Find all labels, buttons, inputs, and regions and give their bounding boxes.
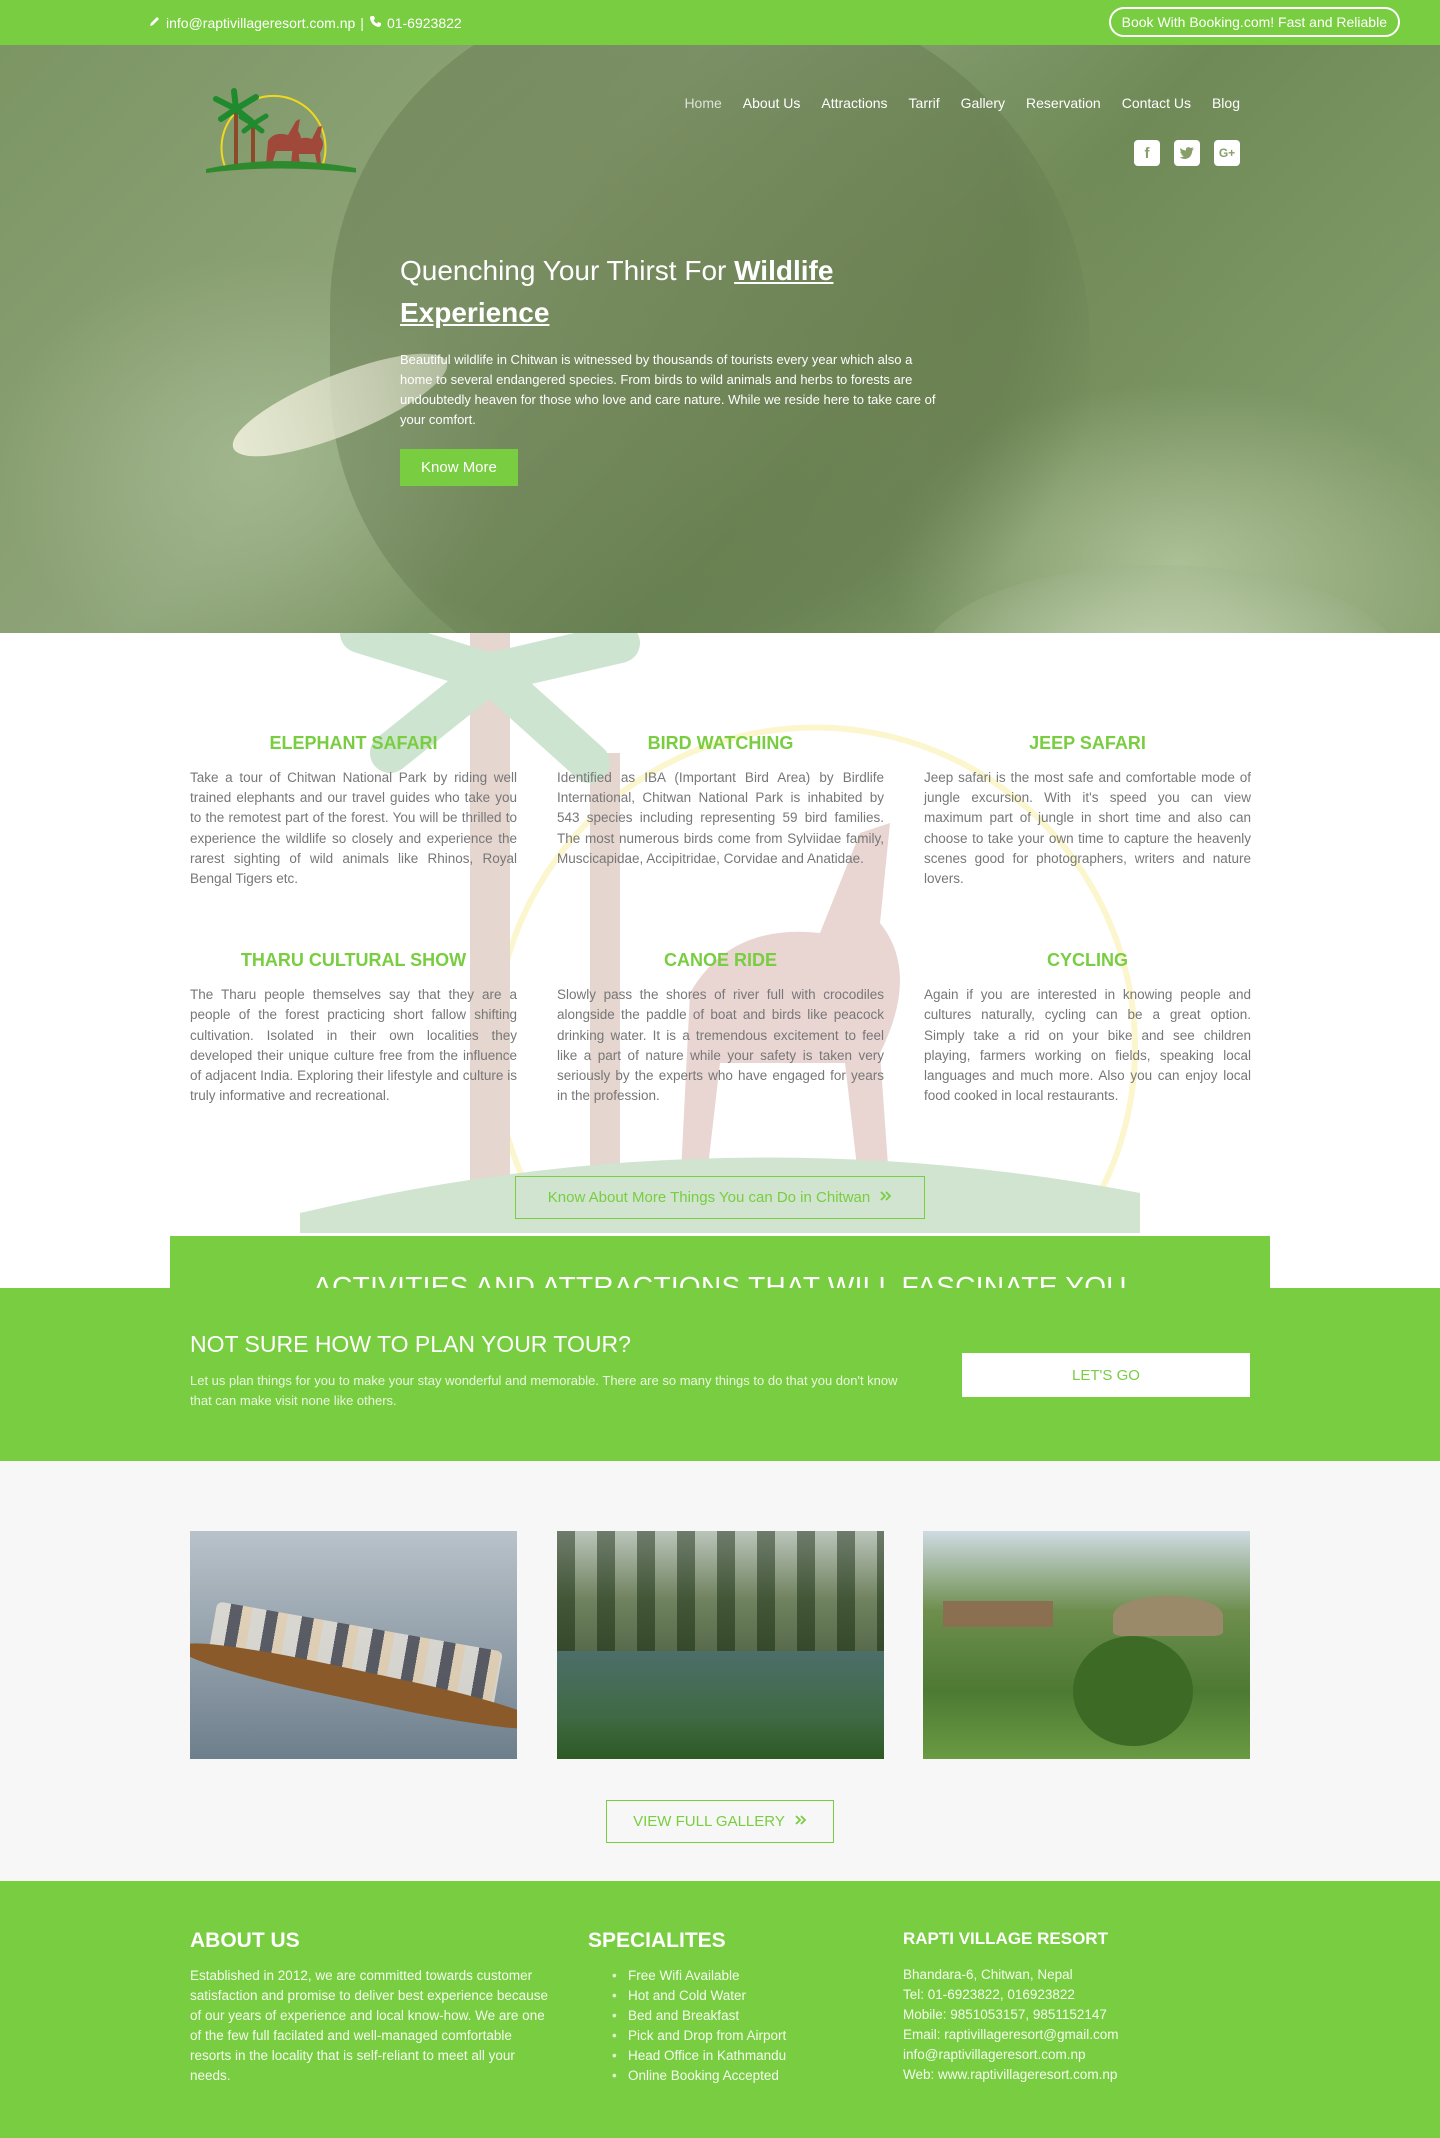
- footer-contact: RAPTI VILLAGE RESORT Bhandara-6, Chitwan…: [903, 1929, 1233, 2085]
- plan-title: NOT SURE HOW TO PLAN YOUR TOUR?: [190, 1331, 631, 1357]
- activity-title: ELEPHANT SAFARI: [269, 733, 438, 753]
- nav-tarrif[interactable]: Tarrif: [909, 93, 940, 113]
- view-gallery-button[interactable]: VIEW FULL GALLERY: [606, 1800, 834, 1843]
- twitter-icon[interactable]: [1174, 140, 1200, 166]
- activity-title: CANOE RIDE: [663, 950, 777, 971]
- phone-icon: [369, 15, 382, 31]
- facebook-icon[interactable]: f: [1134, 140, 1160, 166]
- footer-about: ABOUT US Established in 2012, we are com…: [190, 1929, 555, 2086]
- forest-shape: [557, 1531, 884, 1656]
- activity-title: BIRD WATCHING: [647, 733, 794, 753]
- tel-text: Tel: 01-6923822, 016923822: [903, 1987, 1075, 2002]
- hut-shape: [943, 1601, 1053, 1627]
- address-text: Bhandara-6, Chitwan, Nepal: [903, 1967, 1073, 1982]
- nav-contact-us[interactable]: Contact Us: [1122, 93, 1191, 113]
- gallery-section: VIEW FULL GALLERY: [0, 1461, 1440, 1881]
- more-things-label: Know About More Things You can Do in Chi…: [547, 1189, 871, 1206]
- logo[interactable]: [196, 69, 361, 179]
- list-item: Pick and Drop from Airport: [588, 2026, 848, 2046]
- activity-text: Identified as IBA (Important Bird Area) …: [557, 770, 884, 866]
- footer-specialites: SPECIALITES Free Wifi Available Hot and …: [588, 1929, 848, 2086]
- activity-text: Slowly pass the shores of river full wit…: [557, 987, 884, 1104]
- tree-shape: [1073, 1636, 1193, 1746]
- footer-specialites-title: SPECIALITES: [588, 1929, 726, 1952]
- activity-title: JEEP SAFARI: [1029, 733, 1146, 753]
- activity-text: Take a tour of Chitwan National Park by …: [190, 770, 517, 887]
- nav-about-us[interactable]: About Us: [743, 93, 801, 113]
- gallery-photo-canoe[interactable]: [190, 1531, 517, 1759]
- booking-button[interactable]: Book With Booking.com! Fast and Reliable: [1108, 7, 1400, 37]
- plan-text: Let us plan things for you to make your …: [190, 1373, 898, 1408]
- web-link[interactable]: Web: www.raptivillageresort.com.np: [903, 2065, 1233, 2085]
- nav-gallery[interactable]: Gallery: [961, 93, 1005, 113]
- hero-title-prefix: Quenching Your Thirst For: [400, 255, 735, 286]
- double-chevron-right-icon: [880, 1189, 892, 1206]
- list-item: Hot and Cold Water: [588, 1986, 848, 2006]
- phone-link[interactable]: 01-6923822: [387, 15, 462, 31]
- footer-about-title: ABOUT US: [190, 1929, 300, 1952]
- email-link-2[interactable]: info@raptivillageresort.com.np: [903, 2045, 1233, 2065]
- hero-section: Home About Us Attractions Tarrif Gallery…: [0, 45, 1440, 633]
- activity-elephant-safari: ELEPHANT SAFARI Take a tour of Chitwan N…: [190, 733, 517, 889]
- activity-canoe-ride: CANOE RIDE Slowly pass the shores of riv…: [557, 950, 884, 1106]
- activity-text: The Tharu people themselves say that the…: [190, 987, 517, 1104]
- mobile-text: Mobile: 9851053157, 9851152147: [903, 2007, 1107, 2022]
- list-item: Free Wifi Available: [588, 1966, 848, 1986]
- separator: |: [360, 15, 364, 31]
- activity-bird-watching: BIRD WATCHING Identified as IBA (Importa…: [557, 733, 884, 889]
- hero-content: Quenching Your Thirst For Wildlife Exper…: [400, 250, 945, 486]
- nav-home[interactable]: Home: [684, 93, 721, 113]
- nav-attractions[interactable]: Attractions: [821, 93, 887, 113]
- list-item: Head Office in Kathmandu: [588, 2046, 848, 2066]
- activities-grid: ELEPHANT SAFARI Take a tour of Chitwan N…: [190, 733, 1251, 1106]
- plan-tour-section: NOT SURE HOW TO PLAN YOUR TOUR? Let us p…: [0, 1288, 1440, 1461]
- activity-cycling: CYCLING Again if you are interested in k…: [924, 950, 1251, 1106]
- gallery-photo-resort[interactable]: [923, 1531, 1250, 1759]
- activity-jeep-safari: JEEP SAFARI Jeep safari is the most safe…: [924, 733, 1251, 889]
- list-item: Online Booking Accepted: [588, 2066, 848, 2086]
- main-nav: Home About Us Attractions Tarrif Gallery…: [684, 93, 1240, 113]
- nav-blog[interactable]: Blog: [1212, 93, 1240, 113]
- pencil-icon: [148, 15, 161, 31]
- activity-text: Again if you are interested in knowing p…: [924, 987, 1251, 1104]
- footer-about-text: Established in 2012, we are committed to…: [190, 1968, 548, 2083]
- email-link[interactable]: Email: raptivillageresort@gmail.com: [903, 2025, 1233, 2045]
- footer-contact-title: RAPTI VILLAGE RESORT: [903, 1929, 1108, 1948]
- lets-go-button[interactable]: LET'S GO: [962, 1353, 1250, 1397]
- footer: ABOUT US Established in 2012, we are com…: [0, 1881, 1440, 2138]
- double-chevron-right-icon: [795, 1813, 807, 1830]
- gallery-photo-elephants[interactable]: [557, 1531, 884, 1759]
- activity-title: CYCLING: [1047, 950, 1128, 971]
- hero-title: Quenching Your Thirst For Wildlife Exper…: [400, 250, 945, 334]
- activities-section: ACTIVITIES AND ATTRACTIONS THAT WILL FAS…: [0, 633, 1440, 1337]
- know-more-button[interactable]: Know More: [400, 449, 518, 486]
- gazebo-shape: [1113, 1596, 1223, 1636]
- river-shape: [557, 1651, 884, 1759]
- top-contact: info@raptivillageresort.com.np | 01-6923…: [148, 15, 462, 31]
- nav-reservation[interactable]: Reservation: [1026, 93, 1101, 113]
- list-item: Bed and Breakfast: [588, 2006, 848, 2026]
- hero-description: Beautiful wildlife in Chitwan is witness…: [400, 352, 936, 427]
- activity-text: Jeep safari is the most safe and comfort…: [924, 770, 1251, 887]
- activity-tharu-cultural-show: THARU CULTURAL SHOW The Tharu people the…: [190, 950, 517, 1106]
- social-links: f G+: [1134, 140, 1240, 166]
- email-link[interactable]: info@raptivillageresort.com.np: [166, 15, 355, 31]
- google-plus-icon[interactable]: G+: [1214, 140, 1240, 166]
- top-bar: info@raptivillageresort.com.np | 01-6923…: [0, 0, 1440, 45]
- view-gallery-label: VIEW FULL GALLERY: [633, 1813, 785, 1830]
- specialites-list: Free Wifi Available Hot and Cold Water B…: [588, 1966, 848, 2086]
- more-things-button[interactable]: Know About More Things You can Do in Chi…: [515, 1176, 925, 1219]
- activity-title: THARU CULTURAL SHOW: [240, 950, 467, 971]
